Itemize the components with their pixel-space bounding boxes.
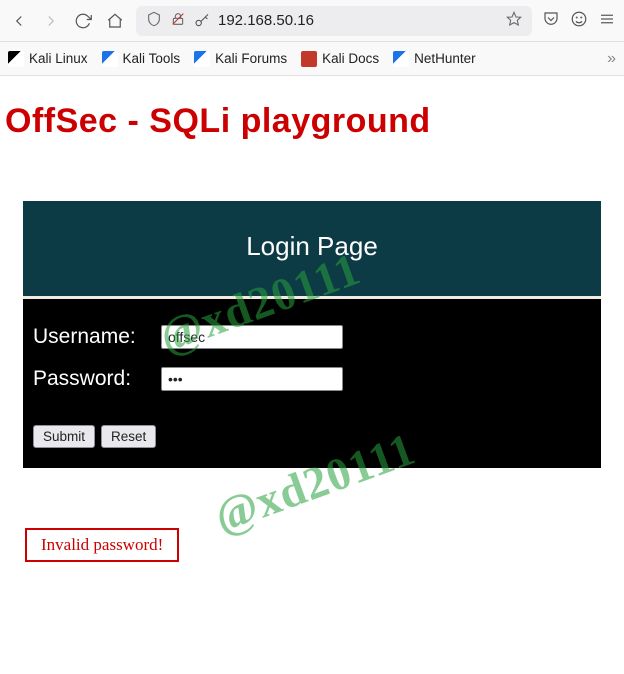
nethunter-icon: [393, 51, 409, 67]
browser-toolbar: 192.168.50.16: [0, 0, 624, 42]
username-input[interactable]: [161, 325, 343, 349]
password-row: Password:: [33, 367, 589, 391]
kali-forums-icon: [194, 51, 210, 67]
reset-button[interactable]: Reset: [101, 425, 156, 448]
error-message: Invalid password!: [25, 528, 179, 562]
bookmark-label: Kali Tools: [123, 51, 181, 66]
star-icon[interactable]: [506, 11, 522, 30]
kali-tools-icon: [102, 51, 118, 67]
url-text[interactable]: 192.168.50.16: [218, 12, 498, 29]
username-label: Username:: [33, 325, 153, 349]
bookmark-label: Kali Docs: [322, 51, 379, 66]
back-button[interactable]: [8, 10, 30, 32]
bookmark-label: Kali Linux: [29, 51, 88, 66]
login-form: Username: Password: Submit Reset: [23, 299, 601, 468]
bookmark-kali-tools[interactable]: Kali Tools: [102, 51, 181, 67]
password-input[interactable]: [161, 367, 343, 391]
kali-docs-icon: [301, 51, 317, 67]
pocket-icon[interactable]: [542, 10, 560, 31]
bookmark-nethunter[interactable]: NetHunter: [393, 51, 476, 67]
forward-button[interactable]: [40, 10, 62, 32]
password-label: Password:: [33, 367, 153, 391]
hamburger-menu-icon[interactable]: [598, 10, 616, 31]
bookmark-kali-linux[interactable]: Kali Linux: [8, 51, 88, 67]
bookmark-label: Kali Forums: [215, 51, 287, 66]
username-row: Username:: [33, 325, 589, 349]
bookmarks-bar: Kali Linux Kali Tools Kali Forums Kali D…: [0, 42, 624, 76]
extensions-icon[interactable]: [570, 10, 588, 31]
url-bar[interactable]: 192.168.50.16: [136, 6, 532, 36]
bookmark-kali-docs[interactable]: Kali Docs: [301, 51, 379, 67]
reload-button[interactable]: [72, 10, 94, 32]
kali-icon: [8, 51, 24, 67]
form-buttons: Submit Reset: [33, 425, 589, 448]
lock-slash-icon: [170, 11, 186, 30]
bookmarks-overflow-icon[interactable]: »: [607, 50, 616, 68]
page-title: OffSec - SQLi playground: [5, 102, 619, 141]
key-icon: [194, 13, 210, 29]
submit-button[interactable]: Submit: [33, 425, 95, 448]
bookmark-kali-forums[interactable]: Kali Forums: [194, 51, 287, 67]
home-button[interactable]: [104, 10, 126, 32]
login-panel: Login Page Username: Password: Submit Re…: [23, 201, 601, 468]
shield-icon: [146, 11, 162, 30]
login-header: Login Page: [23, 201, 601, 299]
page-content: OffSec - SQLi playground @xd20111 @xd201…: [0, 76, 624, 572]
bookmark-label: NetHunter: [414, 51, 476, 66]
